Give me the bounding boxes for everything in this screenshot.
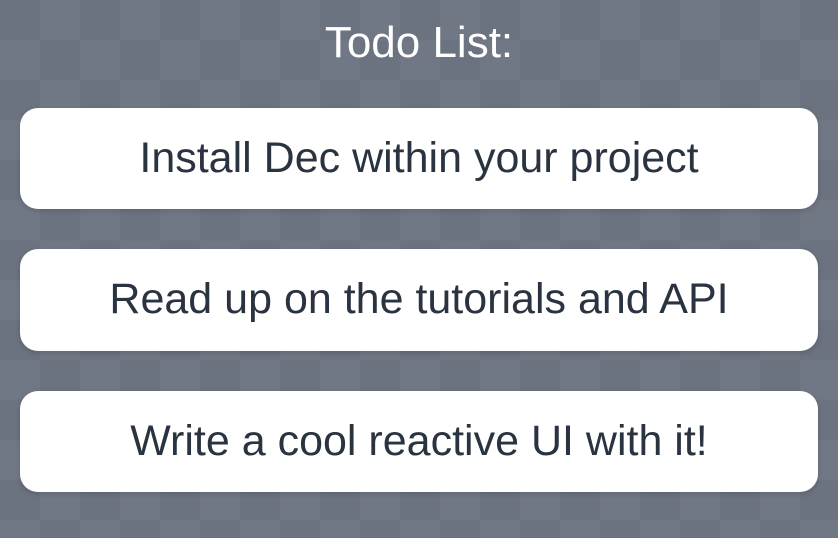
todo-item[interactable]: Write a cool reactive UI with it! <box>20 391 818 492</box>
todo-item-text: Install Dec within your project <box>139 134 698 182</box>
todo-list: Install Dec within your project Read up … <box>20 108 818 492</box>
todo-item-text: Write a cool reactive UI with it! <box>130 417 708 465</box>
todo-item[interactable]: Install Dec within your project <box>20 108 818 209</box>
todo-item-text: Read up on the tutorials and API <box>109 275 728 323</box>
page-title: Todo List: <box>325 18 513 68</box>
todo-item[interactable]: Read up on the tutorials and API <box>20 249 818 350</box>
todo-container: Todo List: Install Dec within your proje… <box>0 0 838 538</box>
